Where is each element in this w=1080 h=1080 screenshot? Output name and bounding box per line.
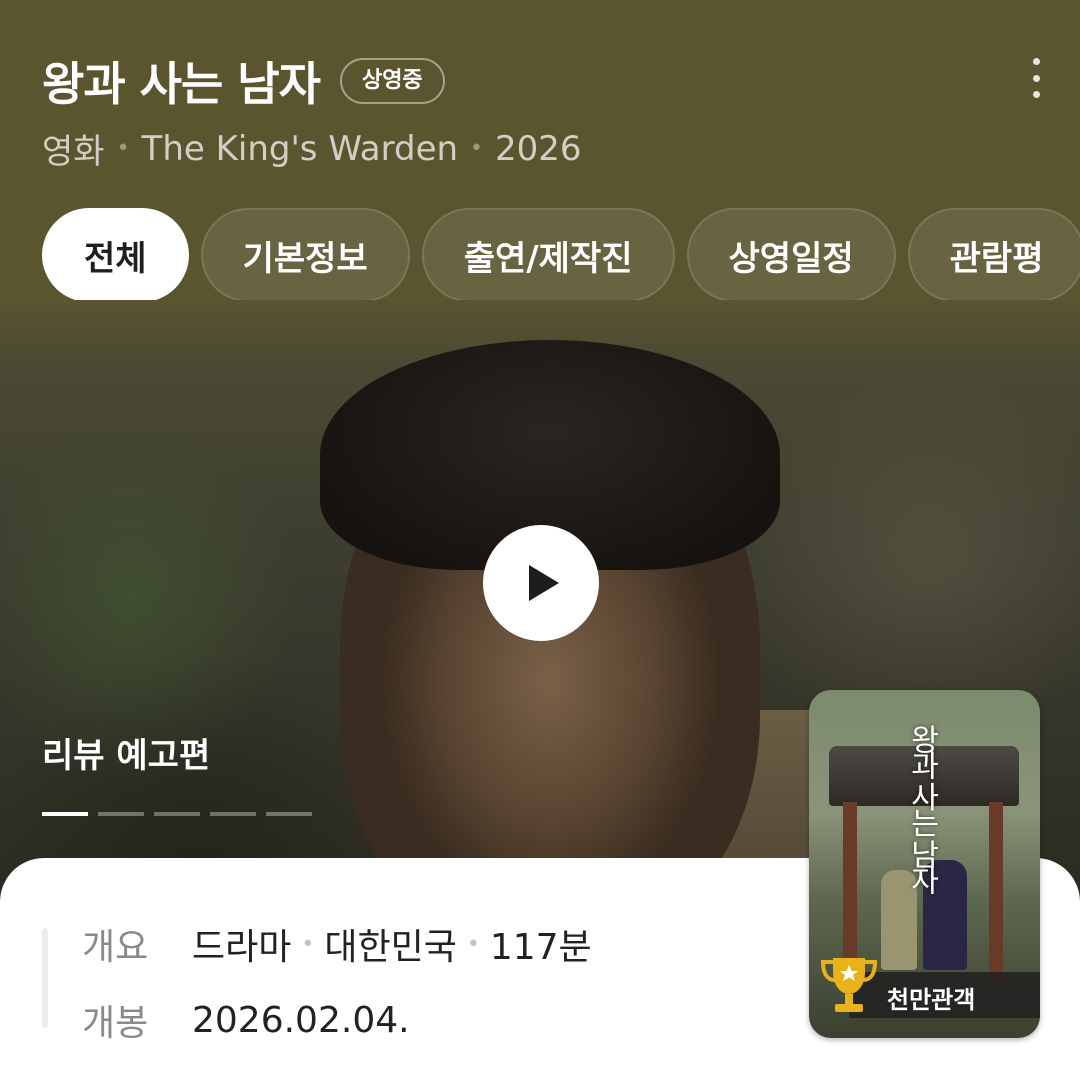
- genre-text[interactable]: 드라마: [192, 918, 291, 970]
- tab-reviews[interactable]: 관람평: [907, 208, 1080, 302]
- title-row: 왕과 사는 남자 상영중: [42, 48, 445, 114]
- movie-subtitle: 영화 • The King's Warden • 2026: [42, 124, 582, 173]
- badge-text: 천만관객: [887, 986, 976, 1014]
- tab-all[interactable]: 전체: [42, 208, 189, 302]
- movie-poster[interactable]: 왕과 사는 남자 천만관객: [809, 690, 1040, 1038]
- info-divider: [42, 928, 48, 1028]
- carousel-dot: [210, 812, 256, 816]
- carousel-indicator: [42, 812, 312, 816]
- carousel-dot: [42, 812, 88, 816]
- english-title: The King's Warden: [141, 128, 459, 169]
- trophy-icon: [820, 958, 878, 1012]
- play-icon: [529, 565, 559, 601]
- more-dot: [1032, 58, 1040, 65]
- carousel-dot: [154, 812, 200, 816]
- more-options-icon[interactable]: [1026, 58, 1046, 98]
- separator-dot: •: [466, 931, 480, 957]
- overview-row: 개요 드라마 • 대한민국 • 117분: [82, 918, 592, 970]
- carousel-dot: [98, 812, 144, 816]
- release-row: 개봉 2026.02.04.: [82, 994, 410, 1046]
- runtime-text: 117분: [489, 927, 592, 968]
- separator-dot: •: [470, 136, 484, 161]
- tab-cast-crew[interactable]: 출연/제작진: [421, 208, 675, 302]
- more-dot: [1032, 91, 1040, 98]
- release-label: 개봉: [82, 1003, 149, 1044]
- tab-bar: 전체 기본정보 출연/제작진 상영일정 관람평: [42, 208, 1080, 302]
- category-text: 영화: [42, 132, 105, 172]
- video-label: 리뷰 예고편: [42, 736, 211, 776]
- release-date: 2026.02.04.: [192, 999, 410, 1041]
- status-badge: 상영중: [339, 58, 445, 104]
- tab-basic-info[interactable]: 기본정보: [200, 208, 410, 302]
- movie-header: 왕과 사는 남자 상영중 영화 • The King's Warden • 20…: [0, 0, 1080, 330]
- release-year: 2026: [495, 128, 582, 169]
- separator-dot: •: [116, 136, 130, 161]
- movie-title: 왕과 사는 남자: [42, 57, 321, 111]
- overview-label: 개요: [82, 927, 149, 968]
- tab-showtimes[interactable]: 상영일정: [686, 208, 896, 302]
- poster-title-art: 왕과 사는 남자: [904, 724, 939, 892]
- separator-dot: •: [301, 931, 315, 957]
- country-text: 대한민국: [324, 927, 457, 968]
- play-button[interactable]: [483, 525, 599, 641]
- carousel-dot: [266, 812, 312, 816]
- more-dot: [1032, 74, 1040, 82]
